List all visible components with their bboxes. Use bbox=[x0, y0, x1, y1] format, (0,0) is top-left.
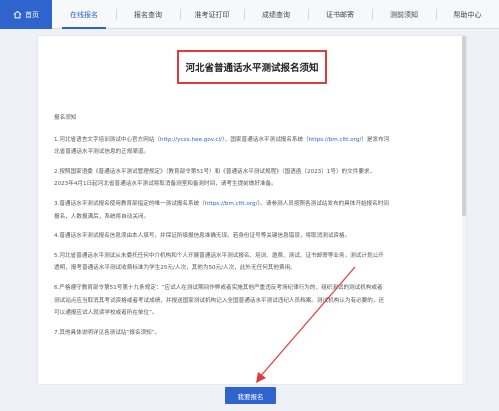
notice-item-5: 5.河北省普通话水平测试从未委托任何中介机构和个人开展普通话水平测试报名、培训、… bbox=[54, 252, 384, 259]
nav-home[interactable]: 首页 bbox=[0, 0, 52, 29]
nav-label: 证书邮寄 bbox=[326, 10, 354, 19]
notice-content: 报名须知 1.河北省语言文字培训测试中心官方网站（http://yczx.hee… bbox=[54, 96, 459, 339]
notice-card: 河北省普通话水平测试报名须知 报名须知 1.河北省语言文字培训测试中心官方网站（… bbox=[37, 35, 467, 385]
registration-system-link[interactable]: https://bm.cltt.org/ bbox=[309, 137, 362, 143]
scrollbar[interactable] bbox=[462, 36, 466, 384]
home-icon bbox=[13, 10, 22, 19]
text: ）。请参测人员按照各测试站发布的具体开始报名时间 bbox=[257, 200, 389, 207]
notice-item-6-cont: 测试站点应当取消其考试资格或者考试成绩，并报送国家测试机构记入全国普通话水平测试… bbox=[54, 297, 385, 304]
notice-item-1-cont: 北省普通话水平测试信息的正规渠道。 bbox=[54, 149, 150, 156]
nav-label: 测前须知 bbox=[390, 10, 418, 19]
notice-item-2: 2.按照国家语委《普通话水平测试管理规定》（教育部令第51号）和《普通话水平测试… bbox=[54, 168, 376, 175]
nav-online-registration[interactable]: 在线报名 bbox=[52, 0, 116, 29]
registration-system-link[interactable]: https://bm.cltt.org/ bbox=[205, 201, 258, 207]
text: 1.河北省语言文字培训测试中心官方网站（ bbox=[54, 136, 161, 143]
nav-certificate-mail[interactable]: 证书邮寄 bbox=[308, 0, 372, 29]
nav-test-notice[interactable]: 测前须知 bbox=[372, 0, 436, 29]
notice-heading: 报名须知 bbox=[54, 115, 77, 121]
notice-item-3: 3.普通话水平测试报名使用教育部指定的唯一测试报名系统（https://bm.c… bbox=[54, 198, 459, 211]
apply-button[interactable]: 我要报名 bbox=[225, 387, 276, 404]
notice-item-6-cont2: 可以通报应试人就读学校或者所在单位”。 bbox=[54, 310, 158, 317]
nav-label: 成绩查询 bbox=[262, 10, 290, 19]
nav-label: 报名查询 bbox=[134, 10, 162, 19]
scrollbar-thumb[interactable] bbox=[462, 36, 466, 216]
text: 3.普通话水平测试报名使用教育部指定的唯一测试报名系统（ bbox=[54, 200, 205, 207]
notice-title-highlight: 河北省普通话水平测试报名须知 bbox=[177, 50, 327, 84]
notice-item-4: 4.普通话水平测试报名信息须由本人填写，并保证所填报信息准确无误。若身份证号等关… bbox=[54, 233, 351, 240]
text: ）是发布河 bbox=[361, 136, 390, 143]
nav-label: 帮助中心 bbox=[453, 10, 482, 19]
notice-item-5-cont: 透明，报考普通话水平测试收费标准为学生25元/人次，其他为50元/人次，此外无任… bbox=[54, 265, 296, 272]
nav-help-center[interactable]: 帮助中心 bbox=[436, 0, 499, 29]
nav-admission-ticket[interactable]: 准考证打印 bbox=[180, 0, 244, 29]
notice-item-1: 1.河北省语言文字培训测试中心官方网站（http://yczx.hee.gov.… bbox=[54, 134, 459, 147]
notice-item-6: 6.严格遵守教育部令第51号第十九条规定：“应试人在测试期间作弊或者实施其他严重… bbox=[54, 284, 383, 291]
notice-item-7: 7.其他具体说明详见各测试站“报名须知”。 bbox=[54, 329, 161, 336]
notice-item-3-cont: 报名，人数报满后，系统将自动关闭。 bbox=[54, 213, 150, 220]
text: ）、国家普通话水平测试报名系统（ bbox=[221, 136, 309, 143]
nav-home-label: 首页 bbox=[25, 10, 39, 19]
notice-title: 河北省普通话水平测试报名须知 bbox=[185, 63, 319, 74]
notice-item-2-cont: 2023年4月1日起河北省普通话水平测试将取消备测室和备测时间，请考生提前做好准… bbox=[54, 181, 277, 188]
nav-score-query[interactable]: 成绩查询 bbox=[244, 0, 308, 29]
nav-registration-query[interactable]: 报名查询 bbox=[116, 0, 180, 29]
official-site-link[interactable]: http://yczx.hee.gov.cl/ bbox=[160, 137, 222, 143]
nav-label: 准考证打印 bbox=[194, 10, 230, 19]
top-nav: 首页 在线报名 报名查询 准考证打印 成绩查询 证书邮寄 测前须知 帮助中心 bbox=[0, 0, 499, 29]
nav-label: 在线报名 bbox=[70, 10, 98, 19]
